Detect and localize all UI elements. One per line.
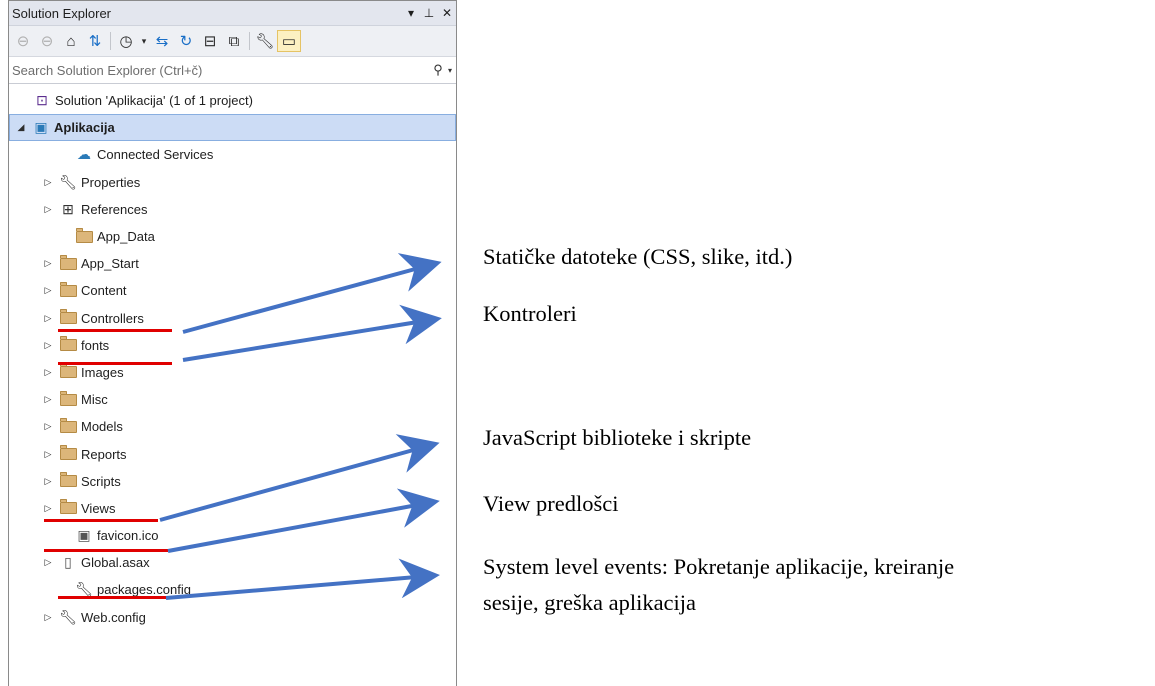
annotation-controllers: Kontroleri	[483, 301, 577, 326]
annotation-content: Statičke datoteke (CSS, slike, itd.)	[483, 244, 793, 269]
annotation-global-line1: System level events: Pokretanje aplikaci…	[483, 554, 955, 579]
arrow-controllers	[182, 304, 442, 362]
annotation-arrows	[159, 253, 442, 600]
annotation-scripts: JavaScript biblioteke i skripte	[483, 425, 752, 450]
arrow-content	[182, 253, 442, 334]
annotation-views: View predlošci	[483, 491, 619, 516]
arrow-global	[165, 558, 440, 600]
arrow-views	[167, 488, 440, 553]
annotation-global-line2: sesije, greška aplikacija	[483, 590, 697, 615]
